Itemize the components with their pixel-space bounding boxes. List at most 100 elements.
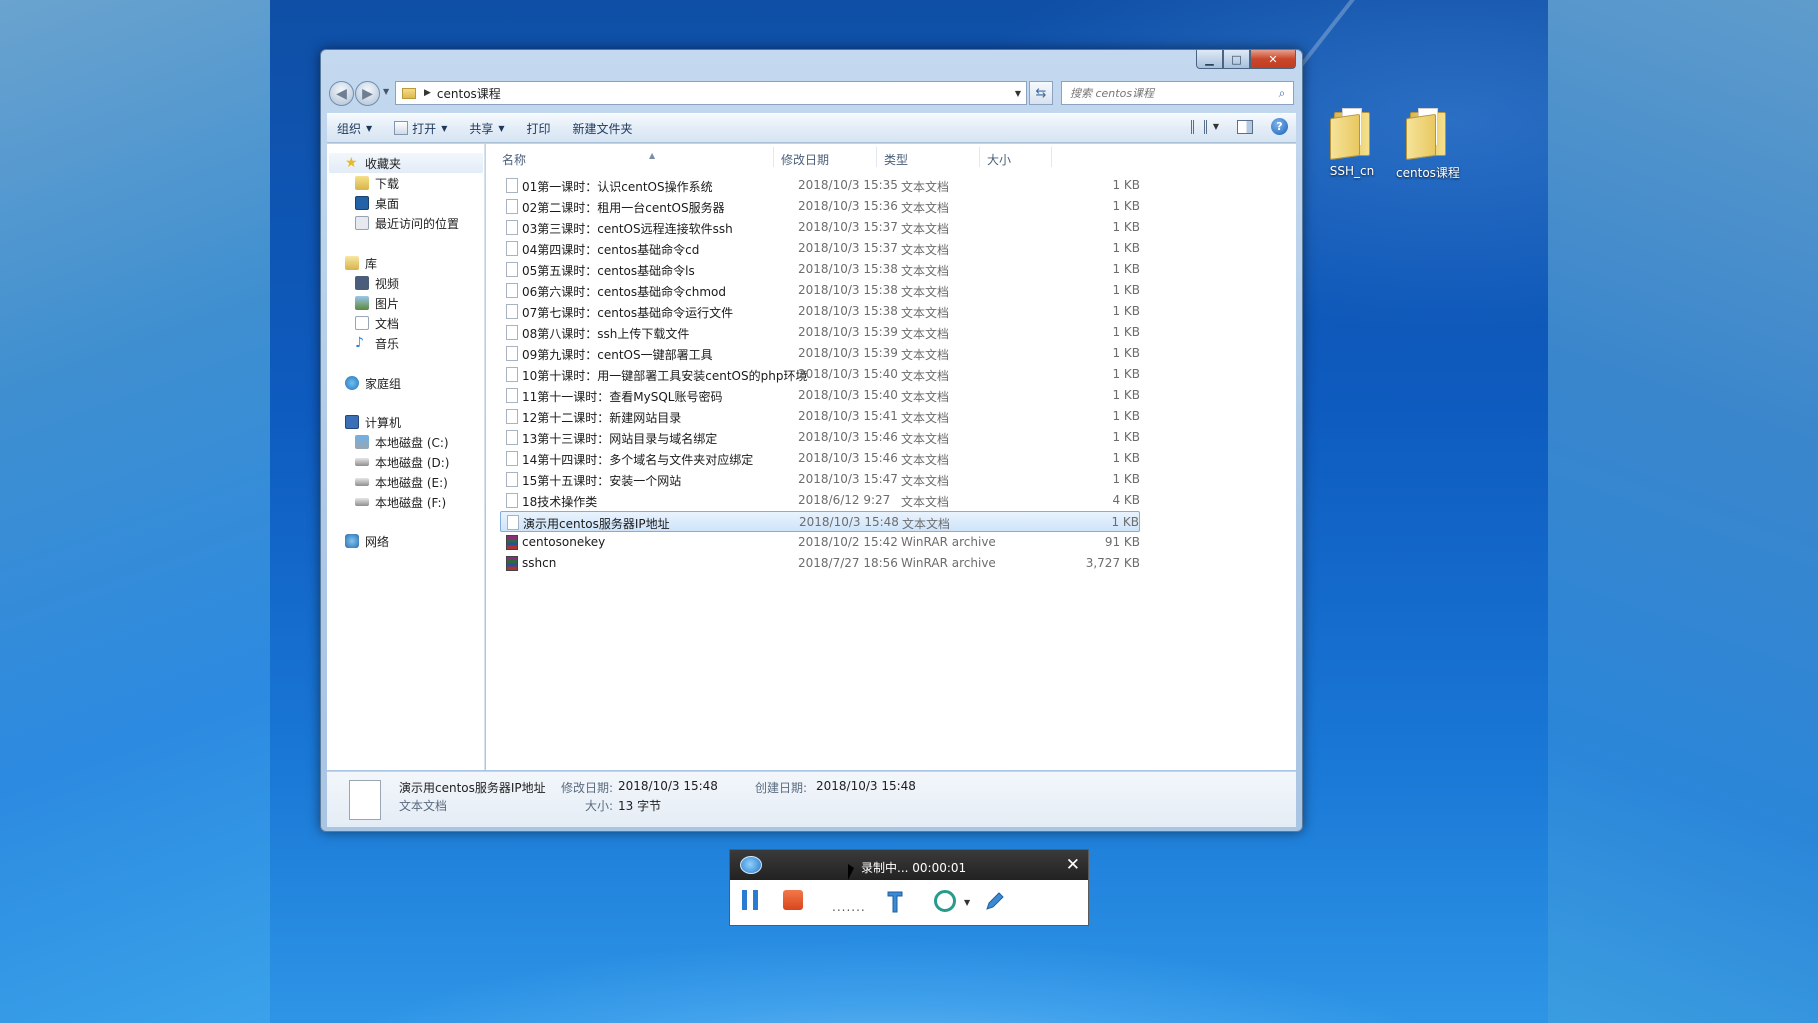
- pause-icon[interactable]: [742, 890, 758, 910]
- nav-label: 最近访问的位置: [375, 216, 460, 231]
- file-row[interactable]: 06第六课时：centos基础命令chmod 2018/10/3 15:38 文本文…: [500, 280, 1140, 301]
- file-name: 08第八课时：ssh上传下载文件: [522, 327, 690, 341]
- file-modified-date: 2018/10/3 15:38: [798, 283, 898, 297]
- file-modified-date: 2018/10/3 15:40: [798, 367, 898, 381]
- close-icon[interactable]: ✕: [1066, 855, 1080, 875]
- open-button[interactable]: 打开 ▼: [394, 120, 447, 137]
- stop-icon[interactable]: [783, 890, 803, 910]
- back-button[interactable]: ◀: [329, 81, 354, 106]
- file-row[interactable]: 09第九课时：centOS一键部署工具 2018/10/3 15:39 文本文档 1 …: [500, 343, 1140, 364]
- file-row[interactable]: 04第四课时：centos基础命令cd 2018/10/3 15:37 文本文档 1 …: [500, 238, 1140, 259]
- file-modified-date: 2018/10/3 15:39: [798, 346, 898, 360]
- help-icon[interactable]: ?: [1271, 118, 1288, 135]
- file-row[interactable]: 12第十二课时：新建网站目录 2018/10/3 15:41 文本文档 1 KB: [500, 406, 1140, 427]
- column-divider[interactable]: [1051, 147, 1052, 167]
- file-row[interactable]: 05第五课时：centos基础命令ls 2018/10/3 15:38 文本文档 1 …: [500, 259, 1140, 280]
- file-row[interactable]: 03第三课时：centOS远程连接软件ssh 2018/10/3 15:37 文本文…: [500, 217, 1140, 238]
- blurred-left-margin: [0, 0, 270, 1023]
- file-name: 02第二课时：租用一台centOS服务器: [522, 201, 725, 215]
- minimize-button[interactable]: ▁: [1196, 50, 1223, 69]
- refresh-button[interactable]: ⇆: [1029, 81, 1053, 105]
- desktop-icon-ssh-cn[interactable]: SSH_cn: [1312, 108, 1392, 178]
- file-size: 1 KB: [1112, 388, 1140, 402]
- column-header-name[interactable]: 名称: [502, 151, 526, 168]
- address-dropdown-icon[interactable]: ▼: [1010, 89, 1026, 98]
- nav-videos[interactable]: 视频: [355, 273, 399, 293]
- address-bar[interactable]: ▶ centos课程 ▼: [395, 81, 1027, 105]
- organize-button[interactable]: 组织 ▼: [337, 120, 372, 137]
- nav-favorites[interactable]: ★ 收藏夹: [345, 153, 401, 173]
- file-size: 1 KB: [1112, 325, 1140, 339]
- file-row[interactable]: centosonekey 2018/10/2 15:42 WinRAR archiv…: [500, 532, 1140, 553]
- nav-drive-e[interactable]: 本地磁盘 (E:): [355, 472, 448, 492]
- file-row[interactable]: 07第七课时：centos基础命令运行文件 2018/10/3 15:38 文本文档…: [500, 301, 1140, 322]
- new-folder-button[interactable]: 新建文件夹: [573, 120, 633, 137]
- column-header-modified[interactable]: 修改日期: [781, 151, 829, 168]
- nav-documents[interactable]: 文档: [355, 313, 399, 333]
- search-box[interactable]: ⌕: [1061, 81, 1294, 105]
- file-name: 05第五课时：centos基础命令ls: [522, 264, 695, 278]
- file-row[interactable]: 15第十五课时：安装一个网站 2018/10/3 15:47 文本文档 1 KB: [500, 469, 1140, 490]
- column-divider[interactable]: [876, 147, 877, 167]
- search-icon[interactable]: ⌕: [1271, 86, 1293, 101]
- column-header-type[interactable]: 类型: [884, 151, 908, 168]
- computer-icon: [345, 415, 359, 429]
- details-created-label: 创建日期:: [755, 781, 808, 795]
- desktop-icon-centos-course[interactable]: centos课程: [1388, 108, 1468, 181]
- nav-desktop[interactable]: 桌面: [355, 193, 399, 213]
- preview-pane-icon[interactable]: [1237, 119, 1253, 134]
- file-type: 文本文档: [901, 180, 950, 194]
- file-row[interactable]: 18技术操作类 2018/6/12 9:27 文本文档 4 KB: [500, 490, 1140, 511]
- breadcrumb-current[interactable]: centos课程: [437, 85, 1010, 102]
- details-file-type: 文本文档: [399, 799, 448, 813]
- file-name: sshcn: [522, 556, 557, 570]
- file-row[interactable]: 10第十课时：用一键部署工具安装centOS的php环境 2018/10/3 15…: [500, 364, 1140, 385]
- print-button[interactable]: 打印: [527, 120, 551, 137]
- nav-homegroup[interactable]: 家庭组: [345, 373, 401, 393]
- chevron-down-icon[interactable]: ▼: [964, 898, 970, 907]
- file-row[interactable]: 14第十四课时：多个域名与文件夹对应绑定 2018/10/3 15:46 文本文档 1…: [500, 448, 1140, 469]
- file-row[interactable]: 13第十三课时：网站目录与域名绑定 2018/10/3 15:46 文本文档 1 KB: [500, 427, 1140, 448]
- file-type: 文本文档: [901, 264, 950, 278]
- annotation-pen-icon[interactable]: [886, 890, 904, 914]
- view-options-dropdown[interactable]: ▼: [1213, 122, 1219, 131]
- recent-pages-dropdown[interactable]: ▼: [383, 87, 389, 96]
- file-row[interactable]: 11第十一课时：查看MySQL账号密码 2018/10/3 15:40 文本文档 1 …: [500, 385, 1140, 406]
- nav-recent-places[interactable]: 最近访问的位置: [355, 213, 459, 233]
- pencil-icon[interactable]: [984, 890, 1006, 912]
- share-button[interactable]: 共享 ▼: [469, 120, 504, 137]
- file-type: 文本文档: [901, 306, 950, 320]
- nav-computer[interactable]: 计算机: [345, 412, 401, 432]
- nav-drive-f[interactable]: 本地磁盘 (F:): [355, 492, 446, 512]
- column-divider[interactable]: [773, 147, 774, 167]
- maximize-button[interactable]: □: [1223, 50, 1250, 69]
- nav-network[interactable]: 网络: [345, 531, 389, 551]
- file-row[interactable]: 02第二课时：租用一台centOS服务器 2018/10/3 15:36 文本文档 1…: [500, 196, 1140, 217]
- file-row[interactable]: 演示用centos服务器IP地址 2018/10/3 15:48 文本文档 1 KB: [500, 511, 1140, 532]
- music-note-icon: ♪: [355, 335, 364, 351]
- file-row[interactable]: 08第八课时：ssh上传下载文件 2018/10/3 15:39 文本文档 1 KB: [500, 322, 1140, 343]
- arrow-right-icon: ▶: [362, 85, 373, 102]
- nav-downloads[interactable]: 下载: [355, 173, 399, 193]
- column-divider[interactable]: [979, 147, 980, 167]
- change-view-icon[interactable]: [1190, 119, 1207, 134]
- webcam-icon[interactable]: [934, 890, 956, 912]
- search-input[interactable]: [1070, 86, 1271, 100]
- text-file-icon: [506, 388, 518, 403]
- file-row[interactable]: sshcn 2018/7/27 18:56 WinRAR archive 3,727 …: [500, 553, 1140, 574]
- nav-pictures[interactable]: 图片: [355, 293, 399, 313]
- folder-icon: [1330, 108, 1374, 161]
- text-file-icon: [506, 346, 518, 361]
- homegroup-icon: [345, 376, 359, 390]
- text-file-icon: [506, 451, 518, 466]
- nav-music[interactable]: ♪ 音乐: [355, 333, 399, 353]
- forward-button[interactable]: ▶: [355, 81, 380, 106]
- close-button[interactable]: ✕: [1250, 50, 1296, 69]
- file-row[interactable]: 01第一课时：认识centOS操作系统 2018/10/3 15:35 文本文档 1 …: [500, 175, 1140, 196]
- breadcrumb-separator-icon[interactable]: ▶: [424, 88, 431, 98]
- nav-libraries[interactable]: 库: [345, 253, 377, 273]
- column-header-size[interactable]: 大小: [987, 151, 1011, 168]
- file-type: 文本文档: [901, 327, 950, 341]
- nav-drive-c[interactable]: 本地磁盘 (C:): [355, 432, 449, 452]
- nav-drive-d[interactable]: 本地磁盘 (D:): [355, 452, 449, 472]
